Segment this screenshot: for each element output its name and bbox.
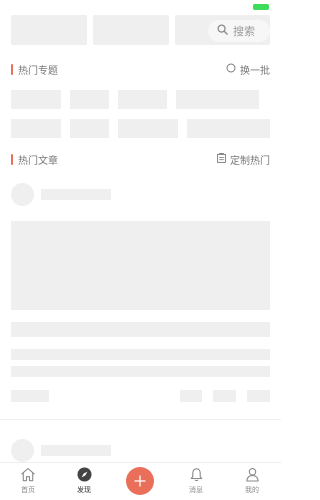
compass-icon — [77, 467, 92, 484]
author-avatar-placeholder[interactable] — [11, 183, 34, 206]
article-summary-line — [11, 366, 270, 377]
article-meta-placeholder — [11, 390, 49, 402]
plus-icon — [134, 472, 146, 491]
card-divider — [0, 419, 281, 420]
topic-chip[interactable] — [70, 119, 109, 138]
tab-home-label: 首页 — [21, 486, 35, 494]
search-box[interactable]: 搜索 — [208, 20, 270, 42]
article-title-placeholder[interactable] — [11, 322, 270, 337]
customize-hot-label: 定制热门 — [230, 155, 270, 167]
section-accent-bar — [11, 63, 13, 75]
tab-home[interactable]: 首页 — [8, 467, 48, 495]
battery-indicator — [253, 4, 269, 10]
bell-icon — [189, 467, 204, 484]
article-stat-placeholder — [180, 390, 202, 402]
tab-profile-label: 我的 — [245, 486, 259, 494]
hot-articles-header: 热门文章 定制热门 — [11, 151, 270, 167]
article-stat-placeholder — [247, 390, 270, 402]
add-post-button[interactable] — [126, 467, 154, 495]
article-stat-placeholder — [213, 390, 236, 402]
topic-chip[interactable] — [118, 119, 178, 138]
home-icon — [20, 467, 36, 484]
author-name-placeholder[interactable] — [41, 189, 111, 200]
hot-topics-header: 热门专题 换一批 — [11, 61, 270, 77]
section-accent-bar — [11, 153, 13, 165]
author-name-placeholder[interactable] — [41, 445, 111, 456]
topic-chip[interactable] — [11, 119, 61, 138]
article-image-placeholder[interactable] — [11, 221, 270, 310]
customize-hot-button[interactable]: 定制热门 — [217, 152, 270, 167]
refresh-topics-button[interactable]: 换一批 — [226, 62, 270, 77]
topic-chip[interactable] — [118, 90, 167, 109]
hot-topics-title: 热门专题 — [11, 62, 58, 77]
hot-articles-title-text: 热门文章 — [18, 155, 58, 167]
tab-discover[interactable]: 发现 — [64, 467, 104, 495]
refresh-icon — [226, 63, 236, 76]
search-icon — [217, 24, 228, 38]
discover-page: 搜索 热门专题 换一批 热门文章 定制热门 首页 发现 消息 我的 — [0, 0, 281, 500]
article-summary-line — [11, 349, 270, 360]
tab-discover-label: 发现 — [77, 486, 91, 494]
tab-messages[interactable]: 消息 — [176, 467, 216, 495]
author-avatar-placeholder[interactable] — [11, 439, 34, 462]
banner-placeholder-2[interactable] — [93, 15, 169, 45]
topic-chip[interactable] — [70, 90, 109, 109]
tab-messages-label: 消息 — [189, 486, 203, 494]
topic-chip[interactable] — [176, 90, 259, 109]
search-placeholder: 搜索 — [233, 25, 255, 38]
tab-profile[interactable]: 我的 — [232, 467, 272, 495]
hot-articles-title: 热门文章 — [11, 152, 58, 167]
user-icon — [245, 467, 260, 484]
hot-topics-title-text: 热门专题 — [18, 65, 58, 77]
clipboard-icon — [217, 152, 226, 166]
topic-chip[interactable] — [187, 119, 270, 138]
banner-placeholder-1[interactable] — [11, 15, 87, 45]
refresh-topics-label: 换一批 — [240, 65, 270, 77]
topic-chip[interactable] — [11, 90, 61, 109]
